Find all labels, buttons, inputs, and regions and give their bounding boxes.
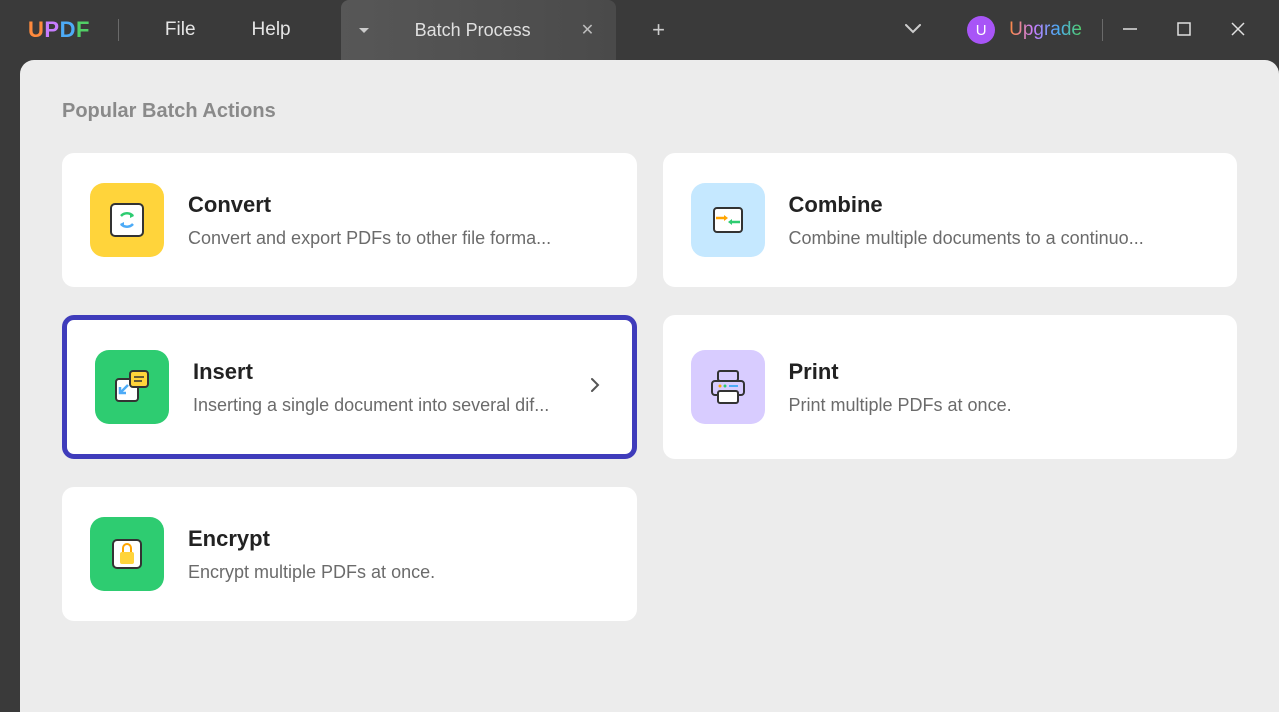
card-desc: Convert and export PDFs to other file fo… [188,228,609,249]
tab-dropdown-icon[interactable] [359,28,369,33]
card-title: Encrypt [188,526,609,552]
insert-icon [95,350,169,424]
cards-grid: Convert Convert and export PDFs to other… [62,153,1237,621]
window-controls [1103,22,1279,39]
maximize-icon[interactable] [1177,22,1191,39]
tab-batch-process[interactable]: Batch Process ✕ [341,0,616,60]
menu-help[interactable]: Help [252,19,291,41]
card-title: Insert [193,359,566,385]
card-desc: Encrypt multiple PDFs at once. [188,562,609,583]
card-desc: Print multiple PDFs at once. [789,395,1210,416]
content-area: Popular Batch Actions Convert Convert an… [20,60,1279,712]
card-desc: Inserting a single document into several… [193,395,566,416]
card-combine[interactable]: Combine Combine multiple documents to a … [663,153,1238,287]
minimize-icon[interactable] [1123,22,1137,39]
close-window-icon[interactable] [1231,22,1245,39]
close-icon[interactable]: ✕ [577,16,598,44]
combine-icon [691,183,765,257]
upgrade-label: Upgrade [1009,19,1082,41]
app-logo: UPDF [0,17,118,43]
card-title: Combine [789,192,1210,218]
card-insert[interactable]: Insert Inserting a single document into … [62,315,637,459]
print-icon [691,350,765,424]
card-title: Print [789,359,1210,385]
page-section-title: Popular Batch Actions [62,100,1237,123]
avatar: U [967,16,995,44]
chevron-down-icon[interactable] [879,21,947,39]
card-convert[interactable]: Convert Convert and export PDFs to other… [62,153,637,287]
card-title: Convert [188,192,609,218]
menu-file[interactable]: File [165,19,196,41]
titlebar: UPDF File Help Batch Process ✕ + U Upgra… [0,0,1279,60]
encrypt-icon [90,517,164,591]
tab-title: Batch Process [415,20,531,41]
convert-icon [90,183,164,257]
upgrade-button[interactable]: U Upgrade [947,16,1102,44]
new-tab-button[interactable]: + [616,17,701,43]
card-print[interactable]: Print Print multiple PDFs at once. [663,315,1238,459]
card-desc: Combine multiple documents to a continuo… [789,228,1210,249]
card-encrypt[interactable]: Encrypt Encrypt multiple PDFs at once. [62,487,637,621]
chevron-right-icon [590,377,604,398]
main-menu: File Help [119,19,337,41]
